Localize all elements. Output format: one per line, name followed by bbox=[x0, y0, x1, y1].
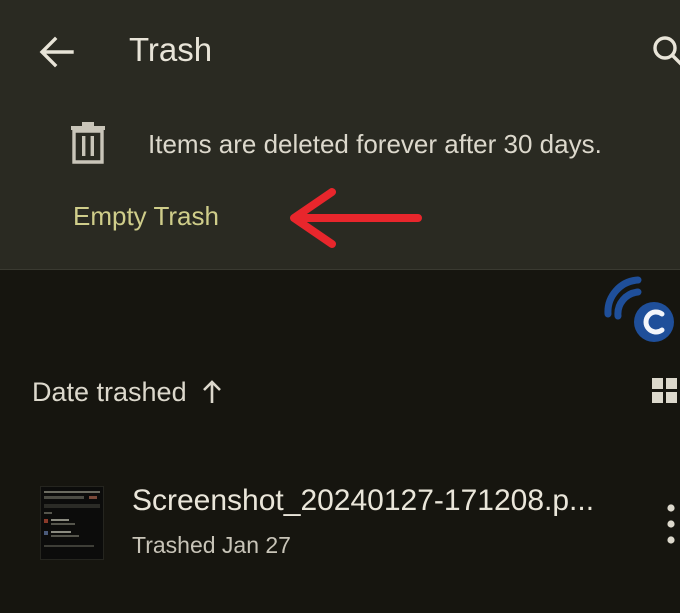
empty-trash-button[interactable]: Empty Trash bbox=[73, 198, 219, 234]
file-trashed-date: Trashed Jan 27 bbox=[132, 532, 291, 558]
trash-info-panel: Trash Items are deleted forever after 30… bbox=[0, 0, 680, 270]
screenshot-thumbnail-icon bbox=[40, 486, 104, 560]
red-arrow-left-icon bbox=[290, 188, 422, 248]
page-title: Trash bbox=[129, 31, 213, 68]
file-name: Screenshot_20240127-171208.p... bbox=[132, 484, 595, 517]
trash-can-icon bbox=[71, 122, 105, 164]
file-list-item[interactable]: Screenshot_20240127-171208.p... Trashed … bbox=[0, 470, 680, 580]
back-button[interactable] bbox=[28, 26, 84, 78]
auto-delete-message: Items are deleted forever after 30 days. bbox=[148, 129, 602, 159]
c-logo-watermark-icon bbox=[604, 276, 674, 342]
search-button[interactable] bbox=[648, 28, 680, 72]
grid-view-icon bbox=[652, 378, 677, 403]
sort-by-date-trashed[interactable]: Date trashed bbox=[32, 372, 223, 412]
arrow-left-icon bbox=[39, 36, 74, 68]
arrow-up-icon bbox=[202, 380, 221, 403]
sort-label: Date trashed bbox=[32, 376, 187, 407]
search-icon bbox=[653, 36, 680, 66]
grid-view-button[interactable] bbox=[652, 376, 680, 406]
more-vertical-icon[interactable] bbox=[662, 500, 680, 548]
